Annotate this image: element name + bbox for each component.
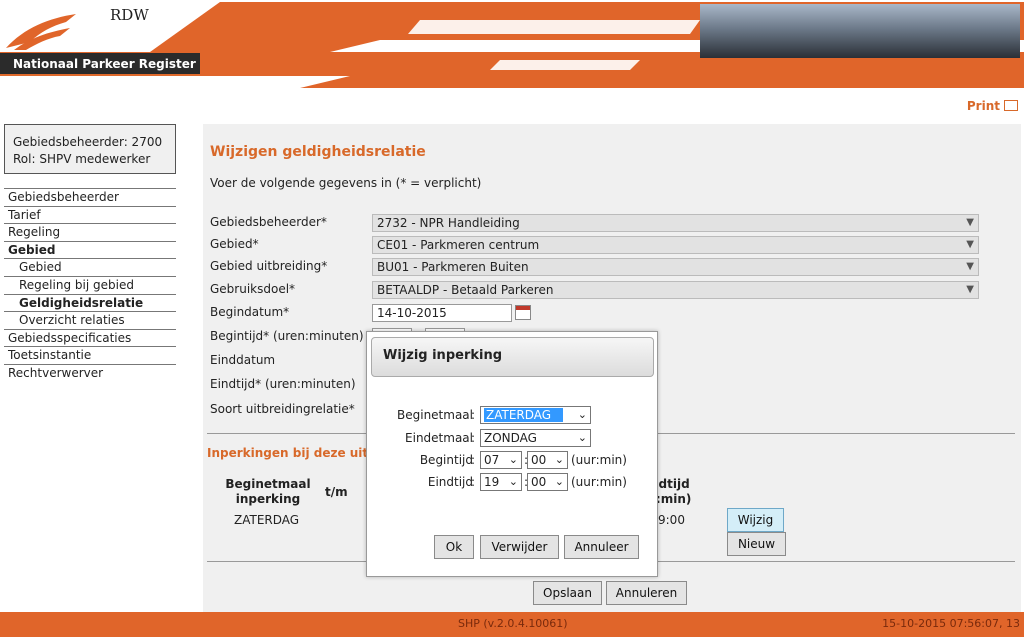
select-gebruiksdoel-value: BETAALDP - Betaald Parkeren [377,283,554,297]
header-photo [700,4,1020,58]
label-gebiedsbeheerder: Gebiedsbeheerder* [210,215,327,229]
brand-name: RDW [110,6,149,24]
label-beginetmaal: Beginetmaal [397,408,473,422]
select-gebied-value: CE01 - Parkmeren centrum [377,238,540,252]
nav-sub-gebied[interactable]: Gebied [4,258,176,276]
annuleer-button[interactable]: Annuleer [564,535,639,559]
opslaan-button[interactable]: Opslaan [533,581,602,605]
nav-regeling[interactable]: Regeling [4,223,176,241]
label-eindtijd: Eindtijd* (uren:minuten) [210,377,356,391]
sidebar-nav: Gebiedsbeheerder Tarief Regeling Gebied … [4,188,176,382]
label-begindatum: Begindatum* [210,305,290,319]
page-title: Wijzigen geldigheidsrelatie [210,144,426,160]
colon: : [471,475,476,489]
user-beheerder: Gebiedsbeheerder: 2700 [13,135,163,149]
cell-beginetmaal: ZATERDAG [234,513,300,527]
print-link[interactable]: Print [967,99,1018,113]
select-gebied-uitbreiding[interactable]: BU01 - Parkmeren Buiten ▼ [372,258,979,276]
eindtijd-hour-select[interactable]: 19 ⌄ [480,473,522,491]
chevron-down-icon: ▼ [966,284,974,295]
label-einddatum: Einddatum [210,353,276,367]
nav-sub-geldigheidsrelatie[interactable]: Geldigheidsrelatie [4,293,176,312]
label-gebied-uitbreiding: Gebied uitbreiding* [210,259,328,273]
eindtijd-hour-value: 19 [484,475,500,489]
beginetmaal-select[interactable]: ZATERDAG ⌄ [480,406,591,424]
select-gebied-uitbreiding-value: BU01 - Parkmeren Buiten [377,260,529,274]
app-title: Nationaal Parkeer Register [0,53,200,76]
begindatum-input[interactable]: 14-10-2015 [372,304,512,322]
rdw-logo-icon [6,14,76,50]
version-label: SHP (v.2.0.4.10061) [458,617,568,630]
th-tm: t/m [325,485,348,499]
print-label: Print [966,99,1000,113]
footer: SHP (v.2.0.4.10061) 15-10-2015 07:56:07,… [0,612,1024,637]
nav-gebied[interactable]: Gebied [4,240,176,259]
colon: : [471,408,476,422]
chevron-down-icon: ⌄ [508,475,518,488]
verwijder-button[interactable]: Verwijder [480,535,559,559]
inperkingen-title: Inperkingen bij deze uitb [207,446,377,460]
label-eindetmaal: Eindetmaal [405,431,473,445]
colon: : [471,453,476,467]
ok-button[interactable]: Ok [434,535,474,559]
eindetmaal-value: ZONDAG [484,431,537,445]
chevron-down-icon: ▼ [966,261,974,272]
unit-label: (uur:min) [571,453,627,467]
header-banner: RDW Nationaal Parkeer Register [0,0,1024,92]
nav-sub-regeling-bij-gebied[interactable]: Regeling bij gebied [4,275,176,294]
nav-rechtverwerver[interactable]: Rechtverwerver [4,363,176,382]
cell-eindtijd: 9:00 [658,513,685,527]
chevron-down-icon: ⌄ [577,408,587,421]
nav-toetsinstantie[interactable]: Toetsinstantie [4,346,176,364]
label-eindtijd-dialog: Eindtijd [427,475,473,489]
select-gebiedsbeheerder-value: 2732 - NPR Handleiding [377,216,520,230]
nieuw-button[interactable]: Nieuw [727,532,786,556]
chevron-down-icon: ▼ [966,217,974,228]
begintijd-minute-value: 00 [531,453,547,467]
select-gebiedsbeheerder[interactable]: 2732 - NPR Handleiding ▼ [372,214,979,232]
user-role: Rol: SHPV medewerker [13,152,151,166]
chevron-down-icon: ⌄ [554,453,564,466]
select-gebied[interactable]: CE01 - Parkmeren centrum ▼ [372,236,979,254]
eindtijd-minute-value: 00 [531,475,547,489]
chevron-down-icon: ⌄ [508,453,518,466]
nav-sub-overzicht-relaties[interactable]: Overzicht relaties [4,311,176,329]
calendar-icon[interactable] [515,305,531,320]
wijzig-button[interactable]: Wijzig [727,508,784,532]
annuleren-button[interactable]: Annuleren [606,581,687,605]
beginetmaal-value: ZATERDAG [484,408,564,422]
nav-gebiedsbeheerder[interactable]: Gebiedsbeheerder [4,188,176,206]
chevron-down-icon: ⌄ [554,475,564,488]
label-soort-uitbreidingrelatie: Soort uitbreidingrelatie* [210,402,355,416]
label-gebied: Gebied* [210,237,259,251]
begintijd-hour-select[interactable]: 07 ⌄ [480,451,522,469]
select-gebruiksdoel[interactable]: BETAALDP - Betaald Parkeren ▼ [372,281,979,299]
colon: : [471,431,476,445]
begintijd-hour-value: 07 [484,453,500,467]
dialog-title: Wijzig inperking [371,337,654,377]
th-beginetmaal: Beginetmaal inperking [225,477,311,506]
label-gebruiksdoel: Gebruiksdoel* [210,282,296,296]
eindetmaal-select[interactable]: ZONDAG ⌄ [480,429,591,447]
label-begintijd-dialog: Begintijd [419,453,473,467]
wijzig-inperking-dialog: Wijzig inperking Beginetmaal : ZATERDAG … [366,331,658,577]
nav-tarief[interactable]: Tarief [4,205,176,224]
label-begintijd: Begintijd* (uren:minuten) [210,329,364,343]
timestamp-label: 15-10-2015 07:56:07, 13 [882,617,1020,630]
nav-gebiedsspecificaties[interactable]: Gebiedsspecificaties [4,328,176,347]
eindtijd-minute-select[interactable]: 00 ⌄ [527,473,568,491]
form-intro: Voer de volgende gegevens in (* = verpli… [210,176,482,190]
printer-icon [1004,100,1018,111]
unit-label: (uur:min) [571,475,627,489]
begintijd-minute-select[interactable]: 00 ⌄ [527,451,568,469]
user-info-box: Gebiedsbeheerder: 2700 Rol: SHPV medewer… [4,124,176,174]
chevron-down-icon: ⌄ [577,431,587,444]
chevron-down-icon: ▼ [966,239,974,250]
